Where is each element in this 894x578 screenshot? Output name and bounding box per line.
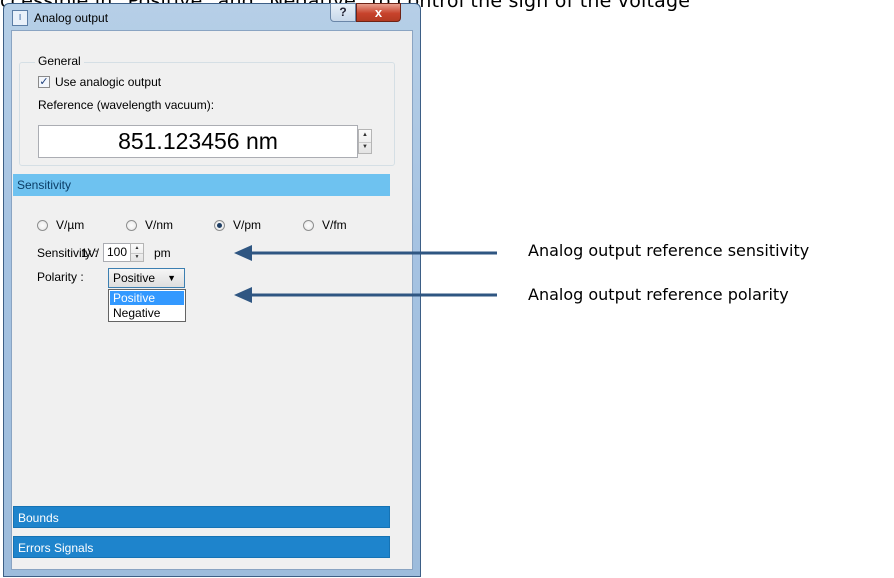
sensitivity-arrow-head <box>234 245 252 261</box>
annotation-polarity: Analog output reference polarity <box>528 285 789 304</box>
annotation-sensitivity: Analog output reference sensitivity <box>528 241 810 260</box>
polarity-arrow-head <box>234 287 252 303</box>
